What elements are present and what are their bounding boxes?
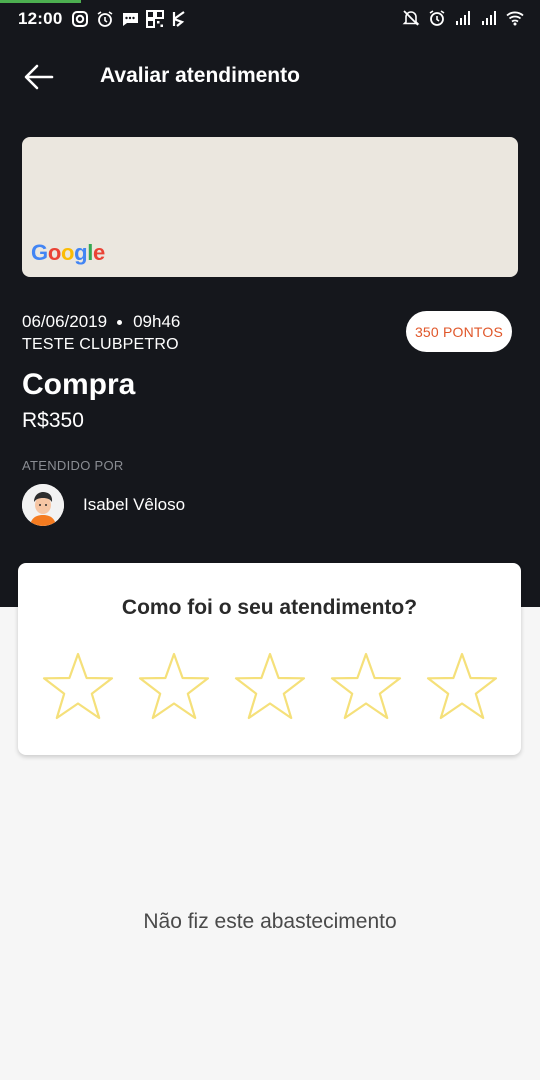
attendant-name: Isabel Vêloso xyxy=(83,495,186,514)
transaction-time: 09h46 xyxy=(133,312,181,331)
store-name: TESTE CLUBPETRO xyxy=(22,336,179,353)
not-done-link[interactable]: Não fiz este abastecimento xyxy=(0,910,540,934)
status-time: 12:00 xyxy=(18,9,63,28)
header-background xyxy=(0,0,540,607)
star-5-icon[interactable] xyxy=(426,651,498,721)
rating-card: Como foi o seu atendimento? xyxy=(18,563,521,755)
transaction-datetime: 06/06/2019 09h46 xyxy=(22,312,180,332)
rating-question: Como foi o seu atendimento? xyxy=(121,596,418,619)
mute-icon xyxy=(402,10,420,26)
message-icon xyxy=(122,13,138,26)
attendant-avatar xyxy=(22,484,64,526)
alarm-icon xyxy=(97,11,113,27)
signal-icon xyxy=(482,11,496,25)
transaction-type: Compra xyxy=(22,368,136,401)
app-icon xyxy=(172,11,185,27)
signal-icon xyxy=(456,11,470,25)
points-badge: 350 PONTOS xyxy=(406,311,512,352)
alarm-icon xyxy=(429,10,445,26)
google-logo: Google xyxy=(31,240,105,265)
instagram-icon xyxy=(72,11,88,27)
qr-icon xyxy=(146,10,164,28)
star-1-icon[interactable] xyxy=(42,651,114,721)
person-icon xyxy=(22,484,64,526)
wifi-icon xyxy=(506,11,524,26)
served-by-label: ATENDIDO POR xyxy=(22,458,124,473)
map-view[interactable]: Google xyxy=(22,137,518,277)
back-arrow-icon[interactable] xyxy=(22,62,56,92)
status-bar: 12:00 xyxy=(0,0,540,38)
page-title: Avaliar atendimento xyxy=(100,64,300,87)
status-progress-indicator xyxy=(0,0,81,3)
transaction-amount: R$350 xyxy=(22,409,84,432)
star-3-icon[interactable] xyxy=(234,651,306,721)
star-2-icon[interactable] xyxy=(138,651,210,721)
transaction-date: 06/06/2019 xyxy=(22,312,108,331)
star-4-icon[interactable] xyxy=(330,651,402,721)
separator-dot xyxy=(117,319,123,325)
